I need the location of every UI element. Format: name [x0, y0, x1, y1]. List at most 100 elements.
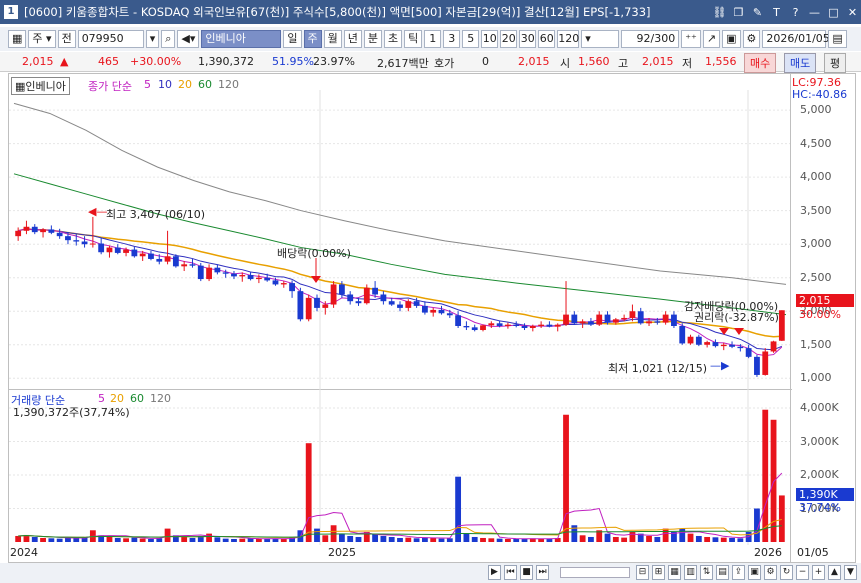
image-icon[interactable]: ▣ [748, 565, 761, 580]
stop-icon[interactable]: ■ [520, 565, 533, 580]
volume-tick-label: 4,000K [800, 401, 839, 415]
candle-body [571, 314, 578, 324]
panel-stock-label[interactable]: ▦인베니아 [11, 77, 70, 95]
candle-body [388, 301, 395, 305]
volume-bar [480, 537, 486, 542]
volume-bar [222, 538, 229, 542]
candle-body [322, 304, 329, 308]
shrink-icon[interactable]: − [796, 565, 809, 580]
candle-body [164, 256, 171, 262]
options-icon[interactable]: ⚙ [764, 565, 777, 580]
candle-body [529, 326, 536, 329]
candle-body [297, 291, 304, 320]
volume-bar [347, 535, 354, 542]
candle-body [247, 275, 254, 280]
candle-body [139, 253, 146, 257]
candle-body [214, 267, 221, 273]
candle-body [264, 277, 271, 281]
scroll-track[interactable] [560, 567, 630, 578]
scroll-start-icon[interactable]: ⏮ [504, 565, 517, 580]
volume-bar [214, 537, 221, 542]
current-volume-pct: 37,74% [799, 501, 841, 514]
refresh-icon[interactable]: ↻ [780, 565, 793, 580]
price-tick-label: 1,000 [800, 371, 832, 385]
volume-bar [505, 538, 511, 542]
volume-bar [264, 538, 271, 542]
candle-body [305, 297, 312, 320]
annotation-dividend: 배당락(0.00%) [277, 247, 351, 260]
ma-period-5[interactable]: 5 [144, 78, 151, 91]
volume-bar [114, 537, 121, 542]
volume-bar [496, 538, 503, 542]
ma-label[interactable]: 종가 단순 [88, 78, 132, 94]
candle-body [679, 326, 686, 344]
scroll-right-icon[interactable]: ▶ [488, 565, 501, 580]
candle-body [31, 226, 38, 233]
volume-bar [413, 538, 420, 542]
ma5-line [18, 228, 783, 357]
ma-period-60[interactable]: 60 [198, 78, 212, 91]
vol-ma-60[interactable]: 60 [130, 392, 144, 405]
arrow-up-icon[interactable]: ▲ [828, 565, 841, 580]
volume-bar [131, 537, 138, 542]
x-label-2026: 2026 [754, 546, 782, 559]
candle-body [704, 342, 711, 345]
volume-bar [729, 537, 735, 542]
ma-period-20[interactable]: 20 [178, 78, 192, 91]
candle-body [695, 336, 702, 345]
arrow-down-icon[interactable]: ▼ [844, 565, 857, 580]
vol-ma-120[interactable]: 120 [150, 392, 171, 405]
candle-body [488, 323, 495, 326]
candle-body [181, 264, 188, 267]
volume-bar [106, 536, 113, 542]
candle-body [778, 310, 785, 341]
volume-current: 1,390,372주(37,74%) [13, 406, 130, 419]
chart-type-icon[interactable]: ▥ [684, 565, 697, 580]
candle-body [712, 342, 719, 347]
candle-body [131, 249, 138, 257]
ma-period-120[interactable]: 120 [218, 78, 239, 91]
print-icon[interactable]: ▤ [716, 565, 729, 580]
zoom-in-icon[interactable]: ⊞ [652, 565, 665, 580]
candle-body [687, 336, 694, 344]
candle-body [604, 314, 611, 323]
volume-bar [488, 538, 495, 542]
candle-body [737, 346, 744, 349]
volume-bar [405, 537, 412, 542]
volume-bar [704, 536, 711, 542]
candle-body [754, 356, 760, 375]
candle-body [40, 229, 46, 233]
candle-body [255, 277, 262, 280]
candle-body [455, 315, 462, 326]
volume-bar [604, 533, 611, 542]
candle-body [745, 348, 752, 357]
candle-body [330, 284, 337, 305]
candle-body [720, 344, 727, 347]
candle-body [554, 324, 561, 327]
price-tick-label: 3,000 [800, 237, 832, 251]
zoom-out-icon[interactable]: ⊟ [636, 565, 649, 580]
candle-body [239, 275, 246, 277]
expand-icon[interactable]: + [812, 565, 825, 580]
volume-bar [239, 538, 246, 542]
volume-bar [148, 538, 154, 542]
volume-bar [621, 537, 628, 542]
grid-view-icon[interactable]: ▦ [668, 565, 681, 580]
candle-body [654, 321, 661, 323]
candle-body [579, 321, 586, 324]
compare-icon[interactable]: ⇅ [700, 565, 713, 580]
price-tick-label: 4,500 [800, 136, 832, 150]
candle-body [347, 294, 354, 302]
candle-body [363, 287, 370, 304]
volume-bar [646, 535, 652, 542]
ma-period-10[interactable]: 10 [158, 78, 172, 91]
price-tick-label: 1,500 [800, 337, 832, 351]
scroll-end-icon[interactable]: ⏭ [536, 565, 549, 580]
volume-bar [397, 537, 403, 542]
candle-body [114, 247, 121, 253]
candle-body [156, 258, 163, 262]
current-volume-tag: 1,390K [796, 488, 854, 501]
price-tick-label: 4,000 [800, 170, 832, 184]
export-icon[interactable]: ⇪ [732, 565, 745, 580]
annotation-low: 최저 1,021 (12/15) [608, 362, 708, 375]
